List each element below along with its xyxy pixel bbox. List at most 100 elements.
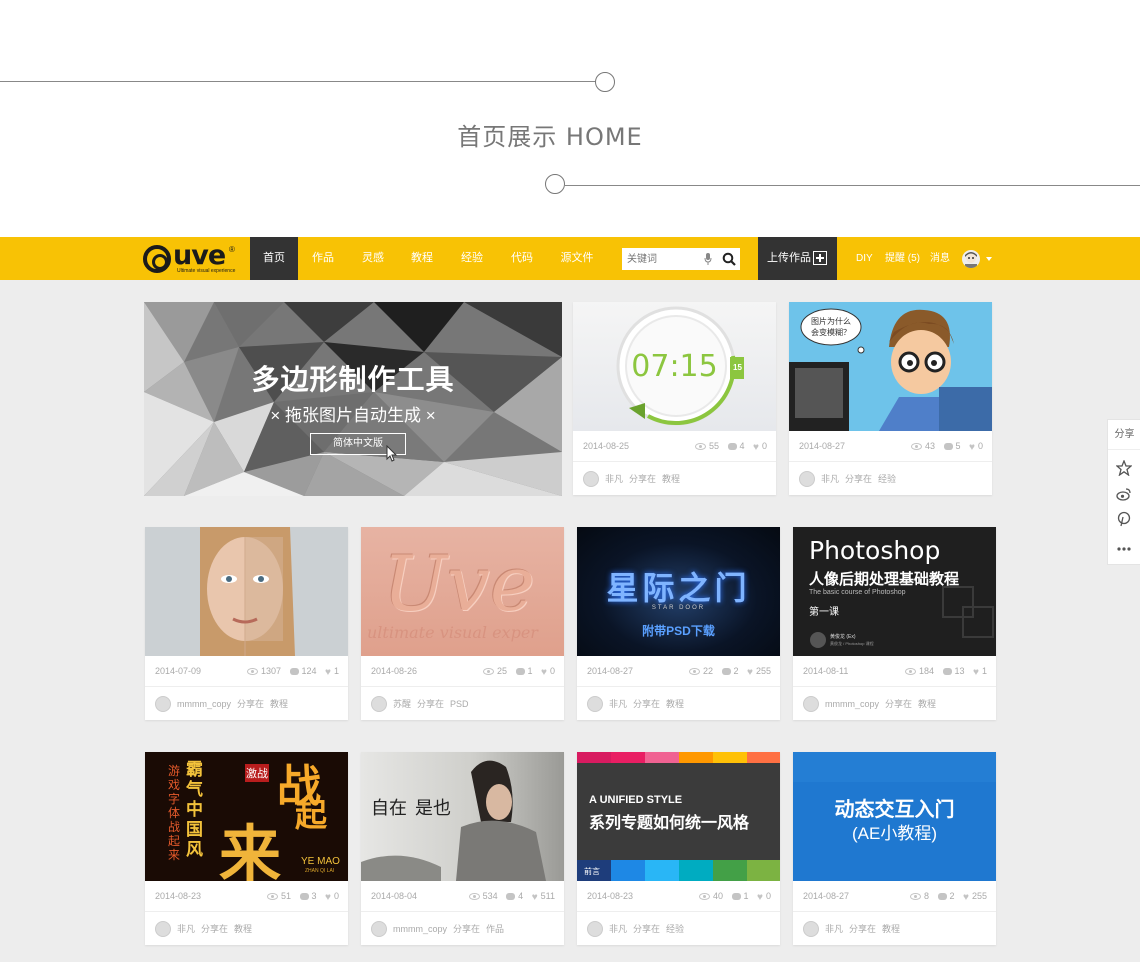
work-card[interactable]: A UNIFIED STYLE 系列专题如何统一风格 前言 2014-08-23…	[577, 752, 780, 945]
author-avatar[interactable]	[803, 921, 819, 937]
card-category[interactable]: 教程	[270, 699, 288, 709]
card-category[interactable]: 教程	[234, 924, 252, 934]
nav-messages[interactable]: 消息	[930, 237, 950, 280]
pinterest-icon[interactable]	[1116, 511, 1132, 527]
card-thumbnail[interactable]: 自在 是也	[361, 752, 564, 881]
author-avatar[interactable]	[371, 696, 387, 712]
nav-reminder[interactable]: 提醒 (5)	[885, 237, 920, 280]
author-name[interactable]: 非凡	[825, 924, 843, 934]
search-icon[interactable]	[722, 252, 736, 266]
card-author[interactable]: mmmm_copy 分享在 作品	[371, 920, 510, 938]
work-card[interactable]: Photoshop 人像后期处理基础教程 The basic course of…	[793, 527, 996, 720]
deco-circle-bottom	[545, 174, 565, 194]
heart-icon[interactable]: ♥	[747, 667, 753, 678]
heart-icon[interactable]: ♥	[532, 892, 538, 903]
card-author[interactable]: 非凡 分享在 教程	[803, 920, 906, 938]
views-icon	[246, 668, 258, 675]
card-author[interactable]: 苏醒 分享在 PSD	[371, 695, 475, 713]
card-category[interactable]: 教程	[662, 474, 680, 484]
card-thumbnail[interactable]: 霸气中国风 游戏字体战起来 战 起 来 YE MAO ZHAN QI LAI 激…	[145, 752, 348, 881]
weibo-icon[interactable]	[1116, 486, 1132, 502]
nav-item-tutorial[interactable]: 教程	[401, 237, 443, 280]
author-avatar[interactable]	[155, 696, 171, 712]
work-card[interactable]: 2014-07-09 1307 124 ♥ 1 mmmm_copy 分享在 教程	[145, 527, 348, 720]
heart-icon[interactable]: ♥	[969, 442, 975, 453]
nav-item-works[interactable]: 作品	[302, 237, 344, 280]
search-input[interactable]	[622, 248, 698, 270]
heart-icon[interactable]: ♥	[541, 667, 547, 678]
views-count: 51	[280, 891, 291, 901]
nav-diy[interactable]: DIY	[856, 237, 873, 280]
work-card[interactable]: 动态交互入门 (AE小教程) 2014-08-27 8 2 ♥ 255 非凡 分享在…	[793, 752, 996, 945]
card-thumbnail[interactable]: Uve ultimate visual exper	[361, 527, 564, 656]
heart-icon[interactable]: ♥	[325, 892, 331, 903]
card-author[interactable]: 非凡 分享在 教程	[155, 920, 258, 938]
author-name[interactable]: 非凡	[821, 474, 839, 484]
card-category[interactable]: 作品	[486, 924, 504, 934]
card-category[interactable]: 经验	[878, 474, 896, 484]
nav-item-inspiration[interactable]: 灵感	[352, 237, 394, 280]
card-thumbnail[interactable]	[145, 527, 348, 656]
heart-icon[interactable]: ♥	[325, 667, 331, 678]
author-avatar[interactable]	[587, 696, 603, 712]
card-thumbnail[interactable]: 动态交互入门 (AE小教程)	[793, 752, 996, 881]
star-download: 附带PSD下载	[642, 624, 715, 638]
site-logo[interactable]: uve ® Ultimate visual experience	[143, 240, 238, 275]
work-card[interactable]: 自在 是也 2014-08-04 534 4 ♥ 511 mmmm_copy 分享在…	[361, 752, 564, 945]
work-card[interactable]: 霸气中国风 游戏字体战起来 战 起 来 YE MAO ZHAN QI LAI 激…	[145, 752, 348, 945]
card-author[interactable]: 非凡 分享在 经验	[799, 470, 902, 488]
author-avatar[interactable]	[803, 696, 819, 712]
card-meta: 2014-08-04 534 4 ♥ 511	[361, 881, 564, 912]
nav-item-code[interactable]: 代码	[501, 237, 543, 280]
author-name[interactable]: mmmm_copy	[393, 924, 447, 934]
author-name[interactable]: 非凡	[605, 474, 623, 484]
work-card[interactable]: 星际之门 STAR DOOR 附带PSD下载 2014-08-27 22 2 ♥…	[577, 527, 780, 720]
page-heading: 首页展示 HOME	[457, 123, 643, 151]
work-card[interactable]: 07:15 15 2014-08-25 55 4 ♥ 0 非凡 分享在 教程	[573, 302, 776, 495]
card-category[interactable]: 教程	[918, 699, 936, 709]
author-avatar[interactable]	[583, 471, 599, 487]
views-count: 184	[918, 666, 934, 676]
author-name[interactable]: 非凡	[177, 924, 195, 934]
card-thumbnail[interactable]: Photoshop 人像后期处理基础教程 The basic course of…	[793, 527, 996, 656]
card-author[interactable]: mmmm_copy 分享在 教程	[803, 695, 942, 713]
more-icon[interactable]	[1116, 541, 1132, 557]
author-avatar[interactable]	[155, 921, 171, 937]
star-icon[interactable]	[1116, 460, 1132, 476]
heart-icon[interactable]: ♥	[757, 892, 763, 903]
nav-item-home[interactable]: 首页	[250, 237, 298, 280]
card-author[interactable]: 非凡 分享在 教程	[583, 470, 686, 488]
user-avatar[interactable]	[962, 250, 980, 268]
nav-item-experience[interactable]: 经验	[451, 237, 493, 280]
upload-button[interactable]: 上传作品	[758, 237, 837, 280]
card-thumbnail[interactable]: 图片为什么 会变模糊？	[789, 302, 992, 431]
author-name[interactable]: mmmm_copy	[177, 699, 231, 709]
card-author[interactable]: 非凡 分享在 经验	[587, 920, 690, 938]
card-author[interactable]: 非凡 分享在 教程	[587, 695, 690, 713]
chevron-down-icon[interactable]	[986, 257, 992, 261]
author-name[interactable]: 非凡	[609, 699, 627, 709]
author-avatar[interactable]	[799, 471, 815, 487]
card-author[interactable]: mmmm_copy 分享在 教程	[155, 695, 294, 713]
card-category[interactable]: 教程	[882, 924, 900, 934]
card-thumbnail[interactable]: A UNIFIED STYLE 系列专题如何统一风格 前言	[577, 752, 780, 881]
work-card[interactable]: Uve ultimate visual exper 2014-08-26 25 …	[361, 527, 564, 720]
nav-item-source[interactable]: 源文件	[556, 237, 598, 280]
card-category[interactable]: 经验	[666, 924, 684, 934]
card-thumbnail[interactable]: 星际之门 STAR DOOR 附带PSD下载	[577, 527, 780, 656]
author-name[interactable]: 非凡	[609, 924, 627, 934]
heart-icon[interactable]: ♥	[753, 442, 759, 453]
card-category[interactable]: 教程	[666, 699, 684, 709]
author-avatar[interactable]	[587, 921, 603, 937]
author-name[interactable]: mmmm_copy	[825, 699, 879, 709]
card-thumbnail[interactable]: 07:15 15	[573, 302, 776, 431]
author-avatar[interactable]	[371, 921, 387, 937]
hero-banner[interactable]: 多边形制作工具 × 拖张图片自动生成 × 简体中文版	[144, 302, 562, 496]
work-card[interactable]: 图片为什么 会变模糊？ 2014-08-27 43 5 ♥ 0 非凡 分享在 经验	[789, 302, 992, 495]
heart-icon[interactable]: ♥	[973, 667, 979, 678]
microphone-icon[interactable]	[704, 253, 712, 265]
comment-icon	[289, 668, 299, 675]
heart-icon[interactable]: ♥	[963, 892, 969, 903]
author-name[interactable]: 苏醒	[393, 699, 411, 709]
card-category[interactable]: PSD	[450, 699, 469, 709]
